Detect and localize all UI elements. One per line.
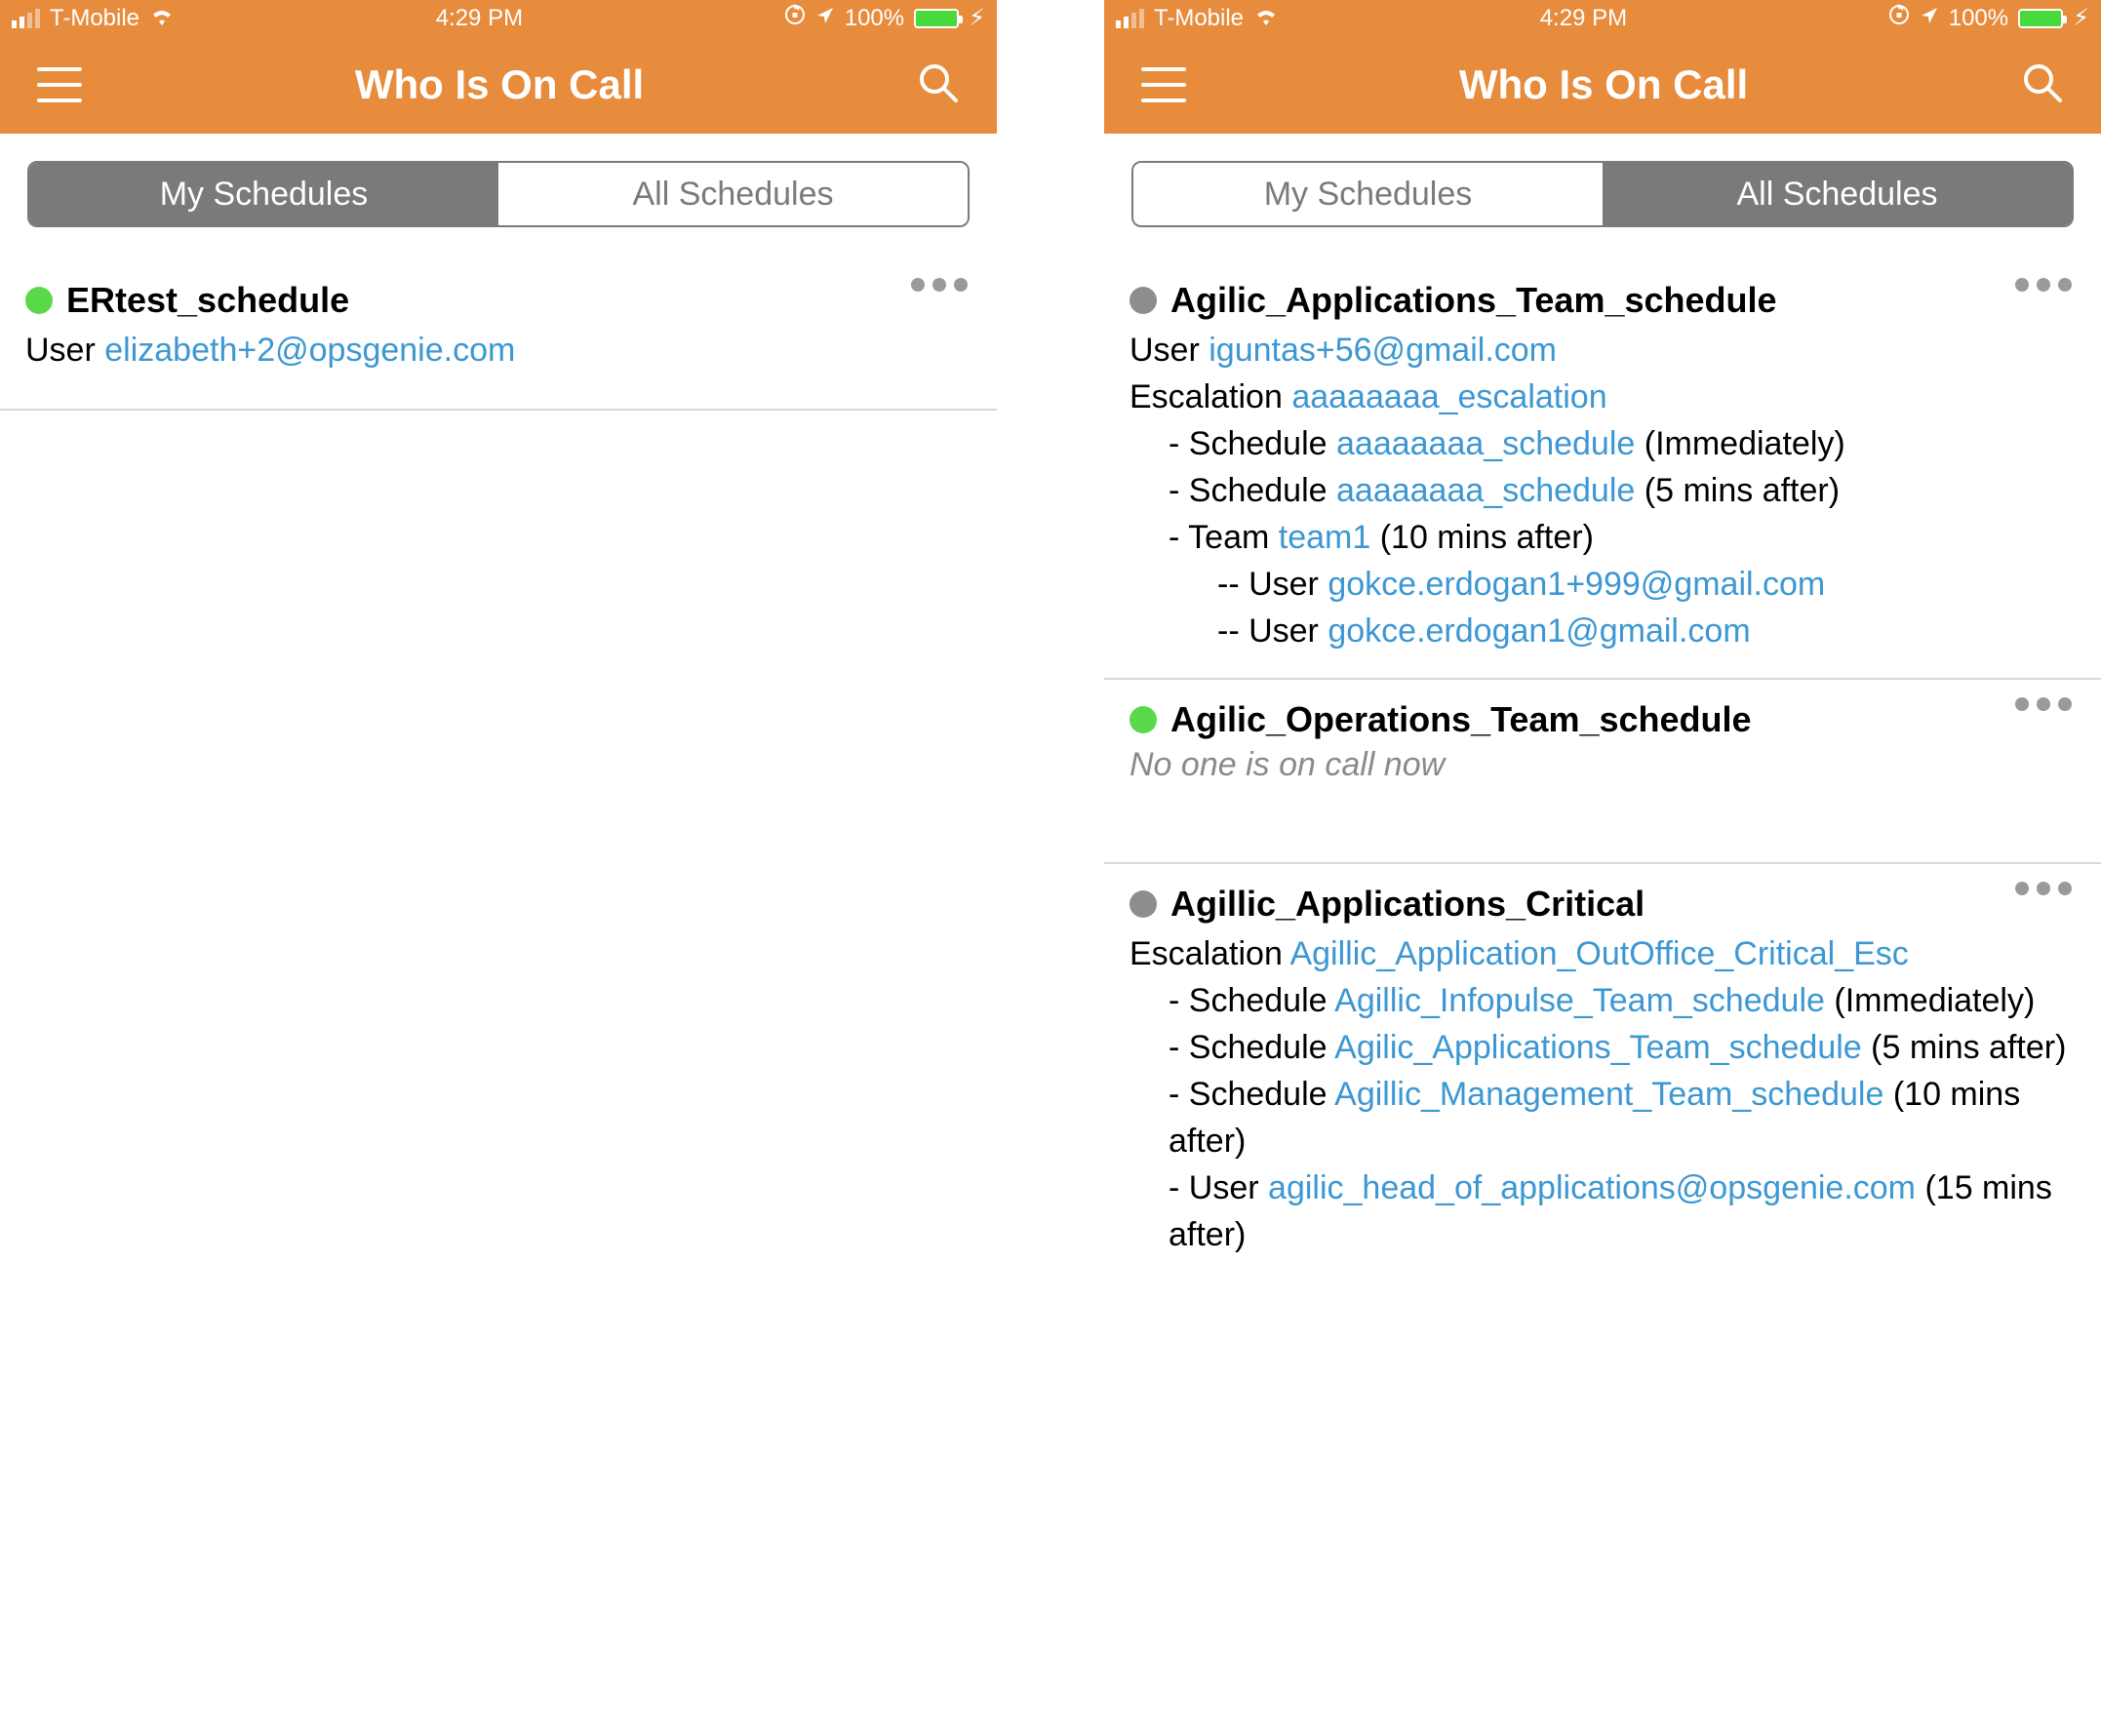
charging-icon: ⚡︎	[2073, 4, 2089, 32]
escalation-label: Escalation	[1130, 935, 1283, 972]
user-link[interactable]: gokce.erdogan1+999@gmail.com	[1328, 566, 1825, 603]
schedule-item[interactable]: Agilic_Operations_Team_schedule No one i…	[1104, 678, 2101, 862]
battery-icon	[914, 9, 959, 28]
user-link[interactable]: iguntas+56@gmail.com	[1209, 332, 1557, 369]
signal-icon	[12, 9, 40, 28]
user-link[interactable]: gokce.erdogan1@gmail.com	[1328, 612, 1750, 650]
user-label: User	[1189, 1169, 1259, 1206]
location-icon	[815, 5, 835, 32]
status-dot-icon	[1130, 287, 1157, 314]
search-button[interactable]	[917, 61, 960, 109]
status-bar: T-Mobile 4:29 PM 100% ⚡︎	[0, 0, 997, 36]
schedule-label: Schedule	[1189, 472, 1328, 509]
tab-all-schedules[interactable]: All Schedules	[1603, 163, 2072, 225]
search-button[interactable]	[2021, 61, 2064, 109]
battery-label: 100%	[1949, 5, 2008, 32]
schedule-label: Schedule	[1189, 982, 1328, 1019]
schedule-list: Agilic_Applications_Team_schedule User i…	[1104, 260, 2101, 1282]
schedule-link[interactable]: Agilic_Applications_Team_schedule	[1334, 1029, 1862, 1066]
tab-all-schedules[interactable]: All Schedules	[498, 163, 968, 225]
phone-left: T-Mobile 4:29 PM 100% ⚡︎ Who Is On Ca	[0, 0, 997, 1282]
schedule-tabs: My Schedules All Schedules	[1131, 161, 2074, 227]
schedule-item[interactable]: Agillic_Applications_Critical Escalation…	[1104, 862, 2101, 1282]
item-more-button[interactable]	[2015, 882, 2072, 895]
location-icon	[1920, 5, 1939, 32]
menu-button[interactable]	[1141, 67, 1186, 102]
status-bar: T-Mobile 4:29 PM 100% ⚡︎	[1104, 0, 2101, 36]
wifi-icon	[1253, 5, 1279, 32]
schedule-tabs: My Schedules All Schedules	[27, 161, 970, 227]
schedule-title: Agilic_Applications_Team_schedule	[1170, 280, 1777, 321]
schedule-label: Schedule	[1189, 1076, 1328, 1113]
status-dot-icon	[1130, 706, 1157, 733]
user-label: User	[1130, 332, 1200, 369]
clock-label: 4:29 PM	[436, 5, 523, 32]
schedule-link[interactable]: Agillic_Management_Team_schedule	[1334, 1076, 1883, 1113]
schedule-label: Schedule	[1189, 1029, 1328, 1066]
empty-state-label: No one is on call now	[1130, 746, 2076, 784]
schedule-link[interactable]: aaaaaaaa_schedule	[1336, 425, 1635, 462]
page-title: Who Is On Call	[1186, 61, 2021, 108]
delay-label: 5 mins after	[1882, 1029, 2055, 1066]
delay-label: 10 mins after	[1391, 519, 1583, 556]
charging-icon: ⚡︎	[969, 4, 985, 32]
team-link[interactable]: team1	[1279, 519, 1371, 556]
status-dot-icon	[1130, 890, 1157, 918]
schedule-item[interactable]: ERtest_schedule User elizabeth+2@opsgeni…	[0, 260, 997, 397]
escalation-link[interactable]: aaaaaaaa_escalation	[1291, 378, 1606, 415]
schedule-link[interactable]: aaaaaaaa_schedule	[1336, 472, 1635, 509]
item-more-button[interactable]	[2015, 278, 2072, 292]
battery-label: 100%	[845, 5, 904, 32]
user-label: User	[1249, 612, 1319, 650]
battery-icon	[2018, 9, 2063, 28]
delay-label: 5 mins after	[1655, 472, 1829, 509]
carrier-label: T-Mobile	[50, 5, 139, 32]
user-label: User	[1249, 566, 1319, 603]
user-link[interactable]: elizabeth+2@opsgenie.com	[104, 332, 515, 369]
schedule-item[interactable]: Agilic_Applications_Team_schedule User i…	[1104, 260, 2101, 678]
schedule-title: Agilic_Operations_Team_schedule	[1170, 699, 1752, 740]
signal-icon	[1116, 9, 1144, 28]
item-more-button[interactable]	[911, 278, 968, 292]
tab-my-schedules[interactable]: My Schedules	[1133, 163, 1603, 225]
escalation-label: Escalation	[1130, 378, 1283, 415]
schedule-list: ERtest_schedule User elizabeth+2@opsgeni…	[0, 260, 997, 411]
schedule-title: ERtest_schedule	[66, 280, 349, 321]
escalation-link[interactable]: Agillic_Application_OutOffice_Critical_E…	[1289, 935, 1908, 972]
team-label: Team	[1188, 519, 1269, 556]
nav-bar: Who Is On Call	[1104, 36, 2101, 134]
schedule-link[interactable]: Agillic_Infopulse_Team_schedule	[1334, 982, 1825, 1019]
orientation-lock-icon	[784, 4, 806, 32]
wifi-icon	[149, 5, 175, 32]
item-more-button[interactable]	[2015, 697, 2072, 711]
menu-button[interactable]	[37, 67, 82, 102]
schedule-title: Agillic_Applications_Critical	[1170, 884, 1645, 925]
schedule-label: Schedule	[1189, 425, 1328, 462]
phone-right: T-Mobile 4:29 PM 100% ⚡︎ Who Is On Ca	[1104, 0, 2101, 1282]
clock-label: 4:29 PM	[1540, 5, 1627, 32]
tab-my-schedules[interactable]: My Schedules	[29, 163, 498, 225]
page-title: Who Is On Call	[82, 61, 917, 108]
user-link[interactable]: agilic_head_of_applications@opsgenie.com	[1268, 1169, 1916, 1206]
delay-label: Immediately	[1655, 425, 1834, 462]
status-dot-icon	[25, 287, 53, 314]
user-label: User	[25, 332, 96, 369]
nav-bar: Who Is On Call	[0, 36, 997, 134]
delay-label: Immediately	[1845, 982, 2024, 1019]
orientation-lock-icon	[1888, 4, 1910, 32]
carrier-label: T-Mobile	[1154, 5, 1244, 32]
